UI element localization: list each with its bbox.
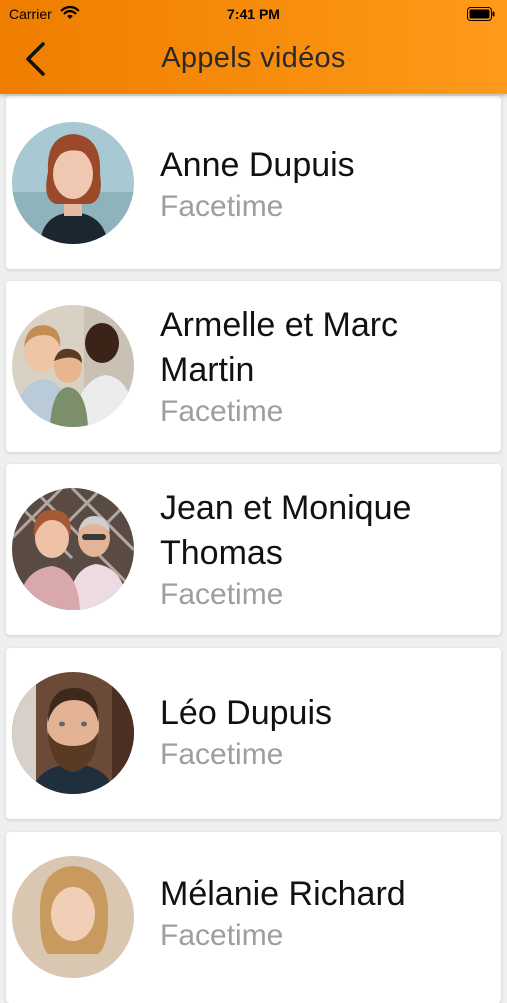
contact-name: Léo Dupuis xyxy=(160,694,333,732)
contact-subtitle: Facetime xyxy=(160,395,284,428)
contact-card-armelle-marc-martin[interactable]: Armelle et Marc Martin Facetime xyxy=(6,281,501,452)
contact-subtitle: Facetime xyxy=(160,919,284,952)
contact-subtitle: Facetime xyxy=(160,738,284,771)
avatar xyxy=(12,672,134,794)
contact-text: Jean et Monique Thomas Facetime xyxy=(160,486,480,614)
contact-text: Mélanie Richard Facetime xyxy=(160,872,480,955)
contact-card-leo-dupuis[interactable]: Léo Dupuis Facetime xyxy=(6,648,501,819)
contact-card-anne-dupuis[interactable]: Anne Dupuis Facetime xyxy=(6,96,501,269)
contact-card-jean-monique-thomas[interactable]: Jean et Monique Thomas Facetime xyxy=(6,464,501,635)
contact-card-melanie-richard[interactable]: Mélanie Richard Facetime xyxy=(6,832,501,1003)
contact-name: Anne Dupuis xyxy=(160,146,355,184)
contact-name: Jean et Monique Thomas xyxy=(160,489,412,572)
contact-subtitle: Facetime xyxy=(160,190,284,223)
battery-icon xyxy=(467,7,495,21)
status-bar: Carrier 7:41 PM xyxy=(0,0,507,28)
contact-text: Anne Dupuis Facetime xyxy=(160,143,480,226)
contact-name: Mélanie Richard xyxy=(160,875,406,913)
avatar xyxy=(12,122,134,244)
contact-text: Léo Dupuis Facetime xyxy=(160,691,480,774)
avatar xyxy=(12,856,134,978)
avatar xyxy=(12,488,134,610)
avatar xyxy=(12,305,134,427)
clock: 7:41 PM xyxy=(227,6,280,22)
page-title: Appels vidéos xyxy=(161,42,346,74)
contact-subtitle: Facetime xyxy=(160,578,284,611)
contact-text: Armelle et Marc Martin Facetime xyxy=(160,303,480,431)
nav-header: Carrier 7:41 PM Appels vidéos xyxy=(0,0,507,94)
contact-name: Armelle et Marc Martin xyxy=(160,306,399,389)
